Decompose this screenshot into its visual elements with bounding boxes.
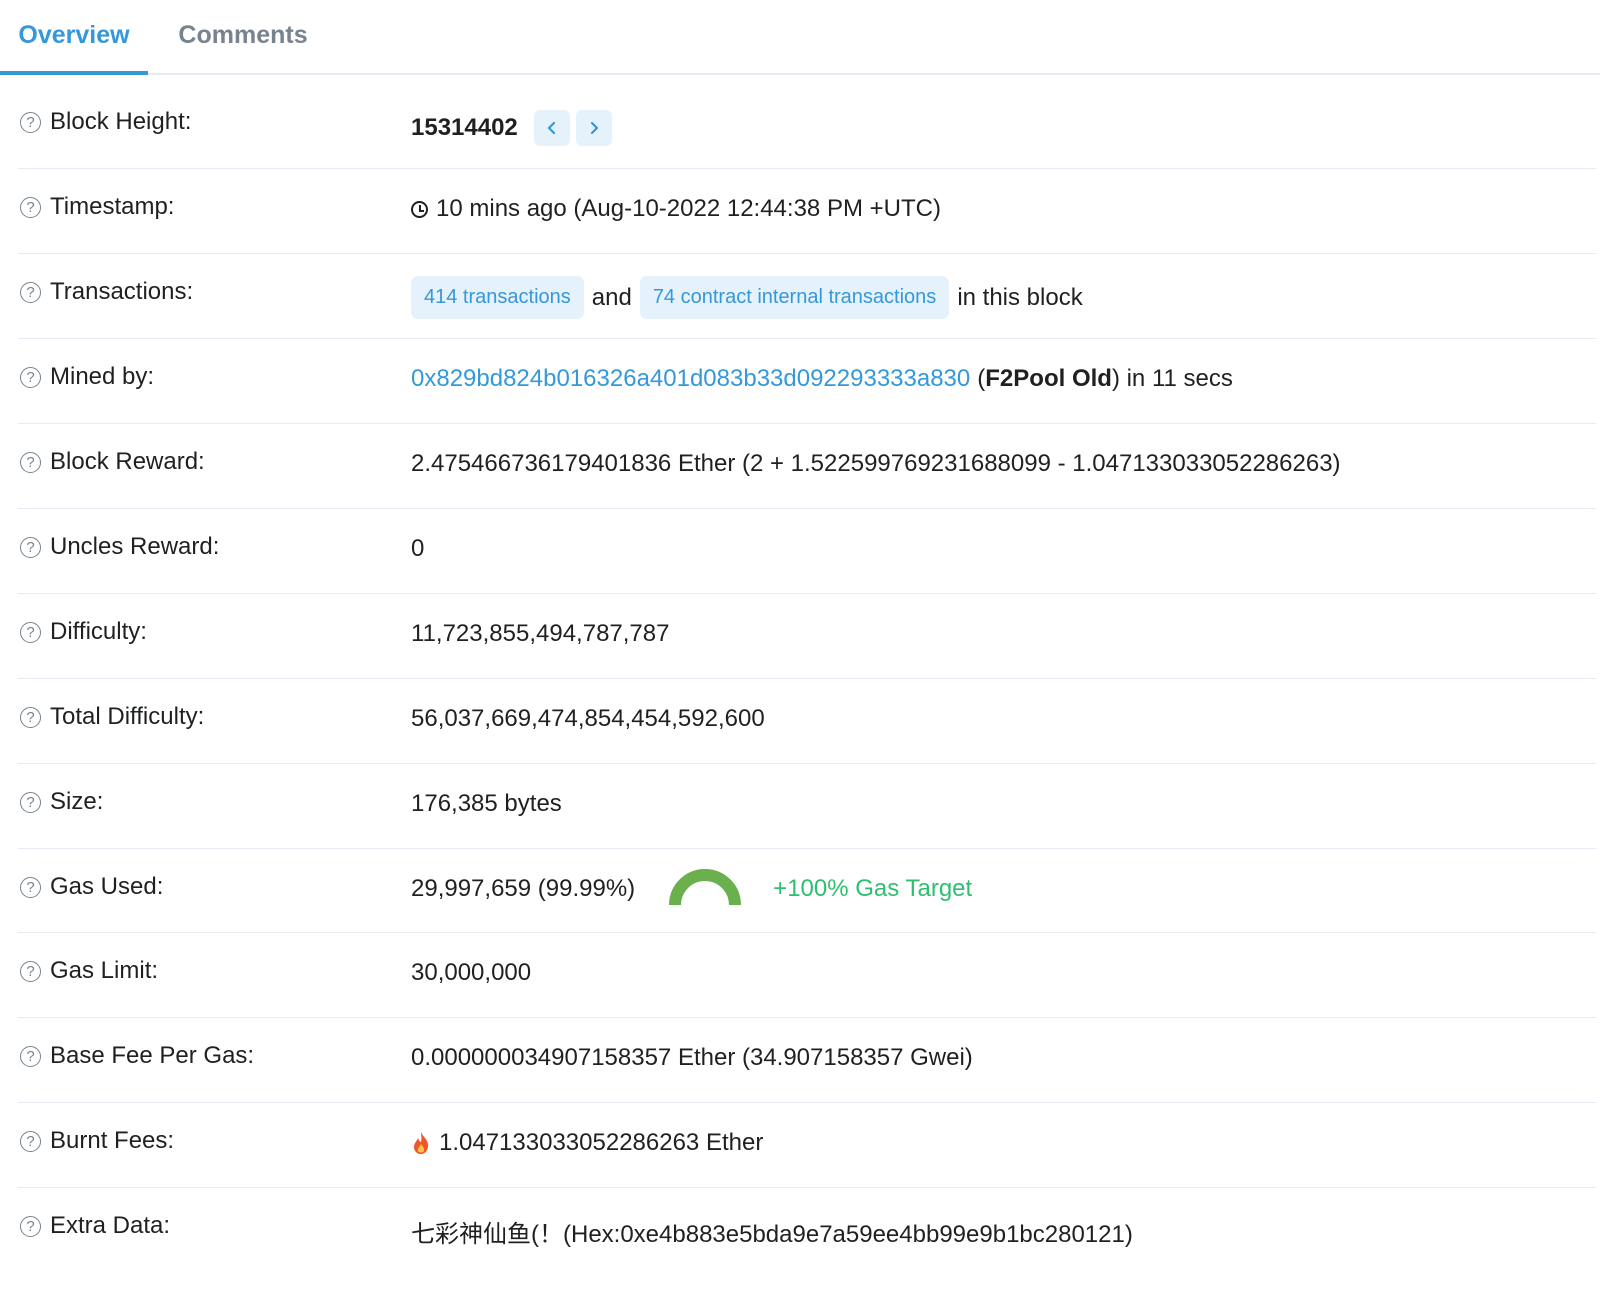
transactions-link[interactable]: 414 transactions xyxy=(411,276,584,319)
row-transactions: ? Transactions: 414 transactions and 74 … xyxy=(18,254,1596,339)
gas-target-text: +100% Gas Target xyxy=(773,875,973,902)
internal-transactions-link[interactable]: 74 contract internal transactions xyxy=(639,276,950,319)
label-uncles-reward: ? Uncles Reward: xyxy=(18,533,219,561)
value-burnt-fees: 1.047133033052286263 Ether xyxy=(411,1129,763,1157)
row-gas-used: ? Gas Used: 29,997,659 (99.99%) +100% Ga… xyxy=(18,849,1596,933)
help-icon[interactable]: ? xyxy=(20,791,41,813)
help-icon[interactable]: ? xyxy=(20,366,41,388)
row-block-reward: ? Block Reward: 2.475466736179401836 Eth… xyxy=(18,424,1596,509)
chevron-left-icon xyxy=(547,121,555,135)
label-text: Base Fee Per Gas: xyxy=(50,1042,255,1069)
value-block-height: 15314402 xyxy=(411,110,612,146)
pool-name: F2Pool Old xyxy=(985,365,1112,392)
label-transactions: ? Transactions: xyxy=(18,278,193,306)
row-mined-by: ? Mined by: 0x829bd824b016326a401d083b33… xyxy=(18,339,1596,424)
value-transactions: 414 transactions and 74 contract interna… xyxy=(411,276,1091,319)
row-block-height: ? Block Height: 15314402 xyxy=(18,84,1596,169)
row-difficulty: ? Difficulty: 11,723,855,494,787,787 xyxy=(18,594,1596,679)
label-timestamp: ? Timestamp: xyxy=(18,193,174,221)
row-gas-limit: ? Gas Limit: 30,000,000 xyxy=(18,933,1596,1018)
tab-overview[interactable]: Overview xyxy=(0,0,148,75)
gauge-fill xyxy=(669,869,742,906)
value-size: 176,385 bytes xyxy=(411,790,562,817)
label-gas-used: ? Gas Used: xyxy=(18,873,163,901)
label-text: Size: xyxy=(50,788,104,815)
in-block-text: in this block xyxy=(957,283,1083,311)
value-total-difficulty: 56,037,669,474,854,454,592,600 xyxy=(411,705,765,732)
open-paren: ( xyxy=(977,365,986,392)
label-text: Burnt Fees: xyxy=(50,1127,175,1154)
gas-gauge-icon xyxy=(669,869,742,906)
row-uncles-reward: ? Uncles Reward: 0 xyxy=(18,509,1596,594)
row-size: ? Size: 176,385 bytes xyxy=(18,764,1596,849)
block-overview-list: ? Block Height: 15314402 ? Timestamp: 10… xyxy=(18,84,1596,1273)
row-burnt-fees: ? Burnt Fees: 1.047133033052286263 Ether xyxy=(18,1103,1596,1188)
help-icon[interactable]: ? xyxy=(20,706,41,728)
and-text: and xyxy=(591,283,632,311)
label-gas-limit: ? Gas Limit: xyxy=(18,957,158,985)
value-base-fee: 0.000000034907158357 Ether (34.907158357… xyxy=(411,1044,973,1071)
help-icon[interactable]: ? xyxy=(20,536,41,558)
label-text: Gas Limit: xyxy=(50,957,159,984)
help-icon[interactable]: ? xyxy=(20,1130,41,1152)
help-icon[interactable]: ? xyxy=(20,621,41,643)
value-uncles-reward: 0 xyxy=(411,535,425,562)
help-icon[interactable]: ? xyxy=(20,960,41,982)
label-text: Gas Used: xyxy=(50,873,164,900)
help-icon[interactable]: ? xyxy=(20,196,41,218)
tab-comments[interactable]: Comments xyxy=(158,0,328,75)
value-timestamp: 10 mins ago (Aug-10-2022 12:44:38 PM +UT… xyxy=(411,195,941,223)
help-icon[interactable]: ? xyxy=(20,451,41,473)
block-number: 15314402 xyxy=(411,114,518,141)
value-block-reward: 2.475466736179401836 Ether (2 + 1.522599… xyxy=(411,450,1341,477)
row-timestamp: ? Timestamp: 10 mins ago (Aug-10-2022 12… xyxy=(18,169,1596,254)
label-size: ? Size: xyxy=(18,788,103,816)
fire-icon xyxy=(414,1132,429,1154)
label-text: Extra Data: xyxy=(50,1212,171,1239)
miner-address-link[interactable]: 0x829bd824b016326a401d083b33d092293333a8… xyxy=(411,365,970,393)
label-text: Block Reward: xyxy=(50,448,205,475)
label-text: Timestamp: xyxy=(50,193,175,220)
burnt-fees-text: 1.047133033052286263 Ether xyxy=(439,1129,764,1156)
timestamp-text: 10 mins ago (Aug-10-2022 12:44:38 PM +UT… xyxy=(436,195,941,222)
value-gas-used: 29,997,659 (99.99%) +100% Gas Target xyxy=(411,869,972,909)
row-total-difficulty: ? Total Difficulty: 56,037,669,474,854,4… xyxy=(18,679,1596,764)
label-difficulty: ? Difficulty: xyxy=(18,618,147,646)
help-icon[interactable]: ? xyxy=(20,281,41,303)
value-gas-limit: 30,000,000 xyxy=(411,959,532,986)
next-block-button[interactable] xyxy=(575,110,612,146)
label-base-fee: ? Base Fee Per Gas: xyxy=(18,1042,254,1070)
label-text: Uncles Reward: xyxy=(50,533,220,560)
gas-used-text: 29,997,659 (99.99%) xyxy=(411,875,636,902)
value-extra-data: 七彩神仙鱼(！(Hex:0xe4b883e5bda9e7a59ee4bb99e9… xyxy=(411,1221,1133,1248)
label-text: Transactions: xyxy=(50,278,194,305)
label-mined-by: ? Mined by: xyxy=(18,363,154,391)
help-icon[interactable]: ? xyxy=(20,111,41,133)
row-base-fee: ? Base Fee Per Gas: 0.000000034907158357… xyxy=(18,1018,1596,1103)
label-text: Total Difficulty: xyxy=(50,703,205,730)
value-mined-by: 0x829bd824b016326a401d083b33d092293333a8… xyxy=(411,365,1233,393)
help-icon[interactable]: ? xyxy=(20,876,41,898)
clock-icon xyxy=(411,200,428,218)
help-icon[interactable]: ? xyxy=(20,1215,41,1237)
label-block-reward: ? Block Reward: xyxy=(18,448,205,476)
label-total-difficulty: ? Total Difficulty: xyxy=(18,703,204,731)
tab-bar: Overview Comments xyxy=(0,0,1600,75)
label-extra-data: ? Extra Data: xyxy=(18,1212,170,1240)
row-extra-data: ? Extra Data: 七彩神仙鱼(！(Hex:0xe4b883e5bda9… xyxy=(18,1188,1596,1273)
label-burnt-fees: ? Burnt Fees: xyxy=(18,1127,174,1155)
mined-by-suffix: ) in 11 secs xyxy=(1111,365,1233,392)
label-text: Block Height: xyxy=(50,108,192,135)
previous-block-button[interactable] xyxy=(533,110,570,146)
label-text: Difficulty: xyxy=(50,618,147,645)
label-text: Mined by: xyxy=(50,363,155,390)
value-difficulty: 11,723,855,494,787,787 xyxy=(411,620,670,647)
label-block-height: ? Block Height: xyxy=(18,108,191,136)
chevron-right-icon xyxy=(590,121,598,135)
help-icon[interactable]: ? xyxy=(20,1045,41,1067)
